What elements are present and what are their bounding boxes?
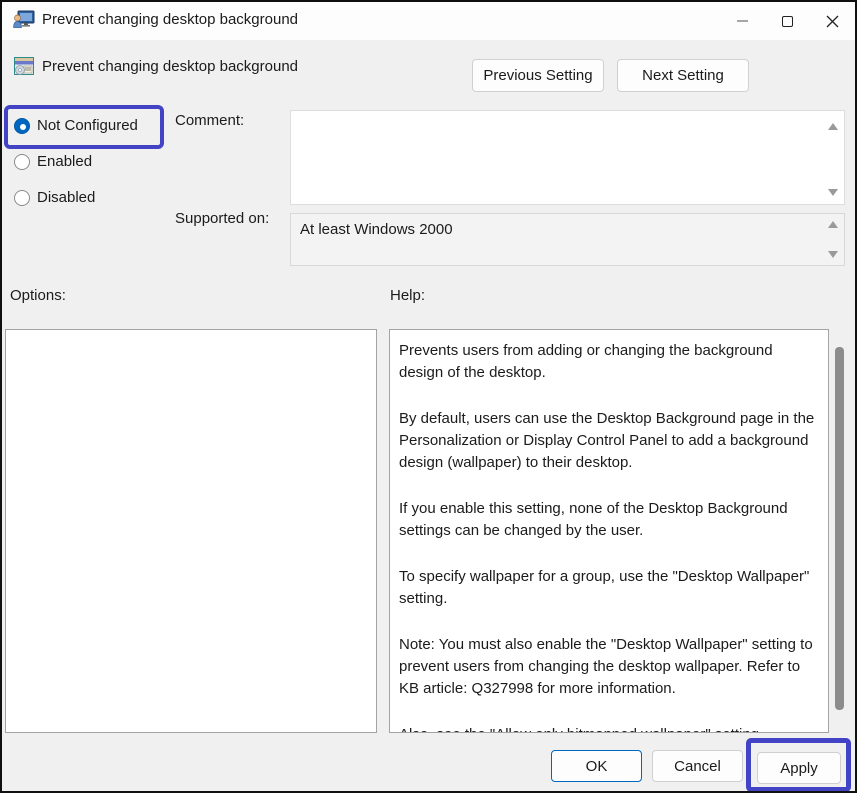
setting-name: Prevent changing desktop background <box>42 58 298 75</box>
window-controls <box>720 2 855 40</box>
close-icon <box>826 15 839 28</box>
window-title: Prevent changing desktop background <box>42 11 298 28</box>
radio-not-configured[interactable]: Not Configured <box>14 117 138 134</box>
help-panel: Prevents users from adding or changing t… <box>389 329 829 733</box>
scroll-down-icon[interactable] <box>828 251 838 258</box>
supported-on-value: At least Windows 2000 <box>300 221 453 238</box>
maximize-button[interactable] <box>765 2 810 40</box>
cancel-button[interactable]: Cancel <box>652 750 743 782</box>
help-paragraph: Prevents users from adding or changing t… <box>399 340 818 384</box>
policy-setting-icon <box>13 55 36 78</box>
help-label: Help: <box>390 287 425 304</box>
help-text: Prevents users from adding or changing t… <box>390 330 828 733</box>
help-paragraph: If you enable this setting, none of the … <box>399 498 818 542</box>
maximize-icon <box>782 16 793 27</box>
help-scrollbar-thumb[interactable] <box>835 347 844 710</box>
title-bar: Prevent changing desktop background <box>2 2 855 40</box>
help-paragraph: By default, users can use the Desktop Ba… <box>399 408 818 474</box>
radio-unselected-icon <box>14 154 30 170</box>
radio-disabled[interactable]: Disabled <box>14 189 95 206</box>
policy-setting-dialog: Prevent changing desktop background Prev… <box>0 0 857 793</box>
supported-on-label: Supported on: <box>175 210 269 227</box>
help-paragraph: Also, see the "Allow only bitmapped wall… <box>399 724 818 733</box>
minimize-button[interactable] <box>720 2 765 40</box>
options-panel <box>5 329 377 733</box>
ok-button[interactable]: OK <box>551 750 642 782</box>
next-setting-button[interactable]: Next Setting <box>617 59 749 92</box>
comment-textarea[interactable] <box>290 110 845 205</box>
radio-label: Not Configured <box>37 117 138 134</box>
help-paragraph: Note: You must also enable the "Desktop … <box>399 634 818 700</box>
radio-selected-icon <box>14 118 30 134</box>
apply-button[interactable]: Apply <box>757 752 841 784</box>
radio-label: Disabled <box>37 189 95 206</box>
scroll-down-icon[interactable] <box>828 189 838 196</box>
scroll-up-icon[interactable] <box>828 221 838 228</box>
group-policy-user-icon <box>13 10 35 30</box>
radio-unselected-icon <box>14 190 30 206</box>
scroll-up-icon[interactable] <box>828 123 838 130</box>
comment-label: Comment: <box>175 112 244 129</box>
options-label: Options: <box>10 287 66 304</box>
help-paragraph: To specify wallpaper for a group, use th… <box>399 566 818 610</box>
previous-setting-button[interactable]: Previous Setting <box>472 59 604 92</box>
radio-label: Enabled <box>37 153 92 170</box>
close-button[interactable] <box>810 2 855 40</box>
radio-enabled[interactable]: Enabled <box>14 153 92 170</box>
minimize-icon <box>737 20 748 22</box>
supported-on-field: At least Windows 2000 <box>290 213 845 266</box>
